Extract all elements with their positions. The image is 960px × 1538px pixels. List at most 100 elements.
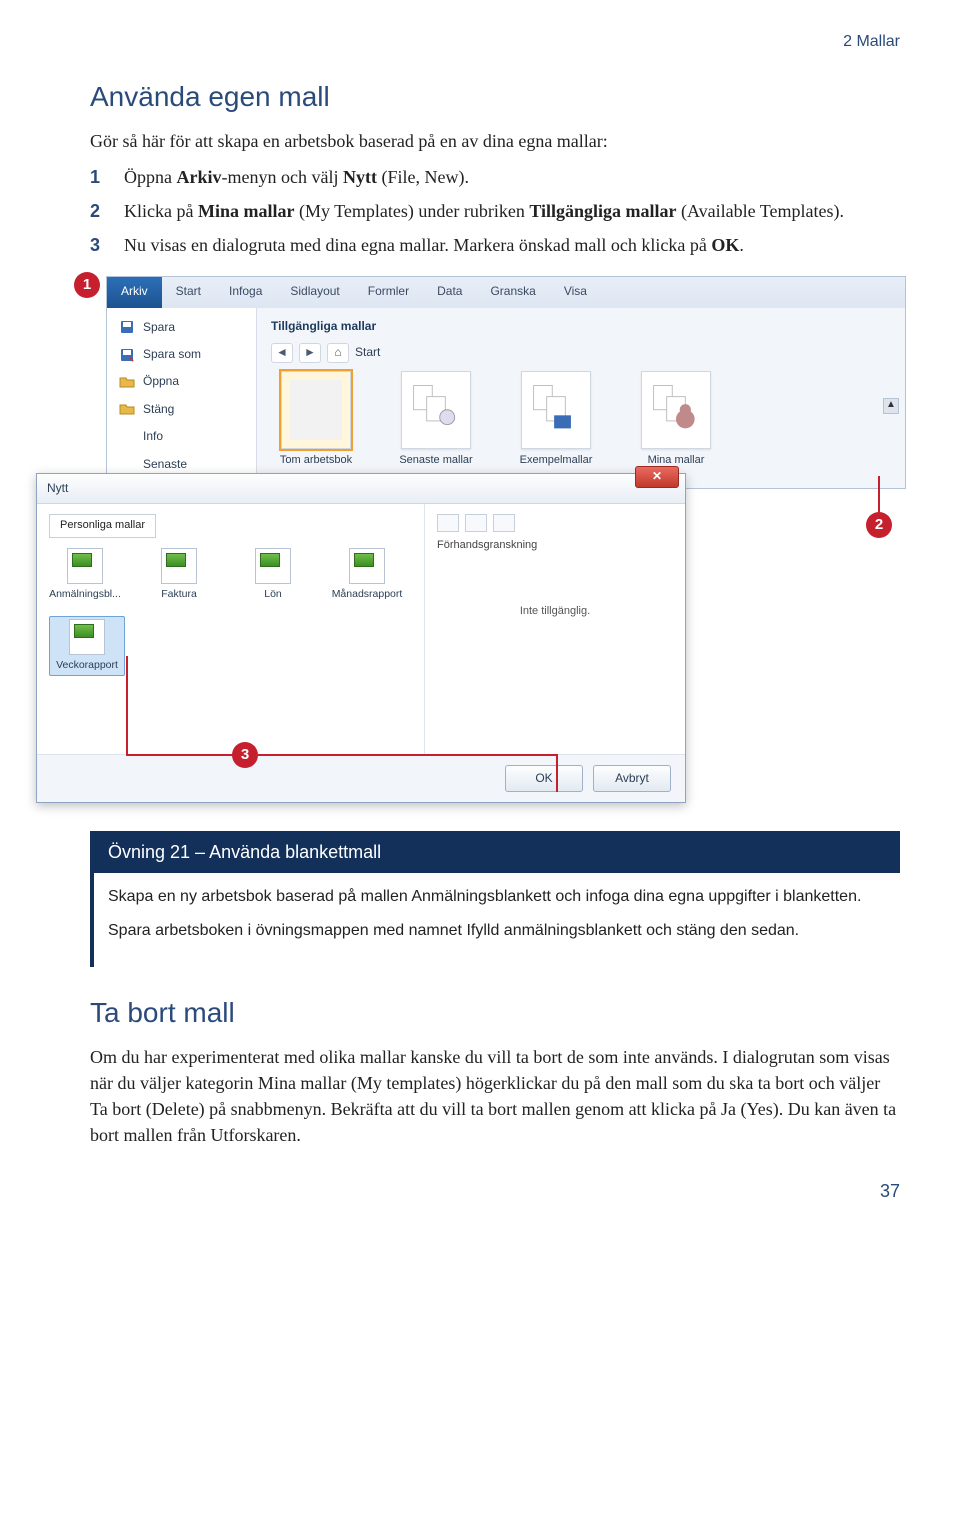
file-label: Veckorapport [52, 658, 122, 673]
file-label: Månadsrapport [331, 587, 403, 602]
backstage: Spara Spara som Öppna Stäng Info Senaste Till… [107, 308, 905, 488]
template-label: Senaste mallar [391, 453, 481, 469]
ribbon: ArkivStartInfogaSidlayoutFormlerDataGran… [106, 276, 906, 488]
template-item[interactable]: Senaste mallar [391, 371, 481, 469]
backstage-menu-label: Senaste [143, 456, 187, 473]
file-item[interactable]: Lön [237, 548, 309, 602]
view-icon-3[interactable] [493, 514, 515, 532]
backstage-menu-label: Spara [143, 319, 175, 336]
step-text: Klicka på Mina mallar (My Templates) und… [124, 198, 900, 224]
template-label: Exempelmallar [511, 453, 601, 469]
ribbon-tab[interactable]: Sidlayout [276, 277, 353, 307]
page-number: 37 [90, 1178, 900, 1204]
template-row: Tom arbetsbok Senaste mallar Exempelmallar… [271, 371, 891, 469]
ribbon-tab[interactable]: Data [423, 277, 476, 307]
spara-som-icon [119, 347, 135, 363]
dialog-footer: OK Avbryt [37, 754, 685, 802]
backstage-menu-item[interactable]: Stäng [107, 396, 256, 423]
section2-body: Om du har experimenterat med olika malla… [90, 1044, 900, 1148]
ribbon-tab[interactable]: Formler [354, 277, 423, 307]
backstage-menu-item[interactable]: Info [107, 423, 256, 450]
öppna-icon [119, 374, 135, 390]
home-icon[interactable]: ⌂ [327, 343, 349, 363]
template-thumb [401, 371, 471, 449]
callout-3: 3 [232, 742, 258, 768]
callout-3-line-h2 [258, 754, 558, 756]
view-icon-2[interactable] [465, 514, 487, 532]
exercise-title: Övning 21 – Använda blankettmall [94, 831, 900, 873]
backstage-menu-item[interactable]: Spara [107, 314, 256, 341]
preview-not-available: Inte tillgänglig. [437, 604, 673, 620]
ribbon-tab[interactable]: Visa [550, 277, 601, 307]
step-number: 3 [90, 232, 108, 258]
template-label: Tom arbetsbok [271, 453, 361, 469]
ribbon-tab[interactable]: Start [162, 277, 215, 307]
callout-3-line-v2 [556, 754, 558, 792]
file-item[interactable]: Anmälningsbl... [49, 548, 121, 602]
cancel-button[interactable]: Avbryt [593, 765, 671, 792]
backstage-menu-label: Info [143, 428, 163, 445]
template-thumb [641, 371, 711, 449]
template-thumb [281, 371, 351, 449]
template-item[interactable]: Tom arbetsbok [271, 371, 361, 469]
backstage-title: Tillgängliga mallar [271, 318, 891, 335]
step-item: 2 Klicka på Mina mallar (My Templates) un… [90, 198, 900, 224]
file-label: Faktura [143, 587, 215, 602]
chapter-label: 2 Mallar [90, 30, 900, 53]
step-number: 1 [90, 164, 108, 190]
ok-button[interactable]: OK [505, 765, 583, 792]
excel-file-icon [349, 548, 385, 584]
ribbon-tab[interactable]: Arkiv [107, 277, 162, 307]
dialog-tab[interactable]: Personliga mallar [49, 514, 156, 538]
nav-fwd-icon[interactable]: ► [299, 343, 321, 363]
file-item[interactable]: Faktura [143, 548, 215, 602]
file-label: Lön [237, 587, 309, 602]
stäng-icon [119, 401, 135, 417]
step-number: 2 [90, 198, 108, 224]
template-item[interactable]: Exempelmallar [511, 371, 601, 469]
nav-back-icon[interactable]: ◄ [271, 343, 293, 363]
excel-file-icon [69, 619, 105, 655]
backstage-menu-item[interactable]: Öppna [107, 368, 256, 395]
backstage-menu-label: Stäng [143, 401, 174, 418]
dialog-titlebar: Nytt ✕ [37, 474, 685, 504]
excel-file-icon [161, 548, 197, 584]
section-intro: Gör så här för att skapa en arbetsbok ba… [90, 128, 900, 154]
file-grid: Anmälningsbl... Faktura Lön Månadsrapport Ve… [49, 548, 412, 676]
preview-view-toggle[interactable] [437, 514, 673, 532]
excel-file-icon [67, 548, 103, 584]
callout-2-line [878, 476, 880, 516]
file-item[interactable]: Månadsrapport [331, 548, 403, 602]
screenshot-container: 1 2 3 ArkivStartInfogaSidlayoutFormlerDa… [26, 276, 906, 803]
exercise-p2: Spara arbetsboken i övningsmappen med na… [108, 919, 886, 943]
ribbon-tab[interactable]: Granska [476, 277, 549, 307]
file-item[interactable]: Veckorapport [49, 616, 125, 676]
step-item: 1 Öppna Arkiv-menyn och välj Nytt (File, … [90, 164, 900, 190]
step-item: 3 Nu visas en dialogruta med dina egna ma… [90, 232, 900, 258]
dialog-left-pane: Personliga mallar Anmälningsbl... Faktura… [37, 504, 425, 754]
close-icon[interactable]: ✕ [635, 466, 679, 488]
template-item[interactable]: Mina mallar [631, 371, 721, 469]
exercise-box: Övning 21 – Använda blankettmall Skapa e… [90, 831, 900, 967]
view-icon-1[interactable] [437, 514, 459, 532]
backstage-menu: Spara Spara som Öppna Stäng Info Senaste [107, 308, 257, 488]
excel-file-icon [255, 548, 291, 584]
spara-icon [119, 319, 135, 335]
info-icon [119, 429, 135, 445]
ribbon-tab[interactable]: Infoga [215, 277, 276, 307]
file-label: Anmälningsbl... [49, 587, 121, 602]
exercise-body: Skapa en ny arbetsbok baserad på mallen … [94, 873, 900, 967]
section-heading: Använda egen mall [90, 77, 900, 118]
callout-2: 2 [866, 512, 892, 538]
step-text: Öppna Arkiv-menyn och välj Nytt (File, N… [124, 164, 900, 190]
scroll-up-icon[interactable]: ▲ [883, 398, 899, 414]
callout-1: 1 [74, 272, 100, 298]
step-text: Nu visas en dialogruta med dina egna mal… [124, 232, 900, 258]
template-thumb [521, 371, 591, 449]
backstage-menu-item[interactable]: Spara som [107, 341, 256, 368]
backstage-content: Tillgängliga mallar ◄ ► ⌂ Start Tom arbe… [257, 308, 905, 488]
backstage-toolbar: ◄ ► ⌂ Start [271, 343, 891, 363]
preview-label: Förhandsgranskning [437, 538, 673, 554]
steps-list: 1 Öppna Arkiv-menyn och välj Nytt (File, … [90, 164, 900, 258]
backstage-menu-label: Öppna [143, 373, 179, 390]
